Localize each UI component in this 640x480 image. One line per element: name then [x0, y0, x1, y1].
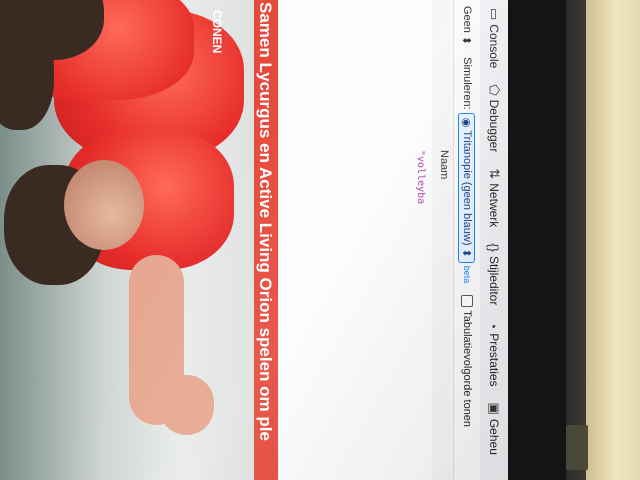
jersey-logo-text: CONEN: [210, 10, 224, 54]
tab-performance[interactable]: ◔ Prestaties: [480, 313, 508, 394]
tab-style-editor[interactable]: {} Stijleditor: [480, 235, 508, 313]
tab-label: Geheu: [487, 418, 501, 455]
eye-icon: ◉: [460, 117, 473, 128]
tab-label: Debugger: [487, 99, 501, 153]
desk-surface: [586, 0, 640, 480]
simulate-group: Simuleren: ◉ Tritanopie (geen blauw) ⬍ b…: [458, 51, 476, 289]
performance-gauge-icon: ◔: [486, 321, 502, 330]
filter-value: Geen: [461, 6, 473, 33]
beta-badge: beta: [462, 265, 472, 284]
photo-of-laptop-screen: ▭ Console ⬠ Debugger ⇅ Netwerk {} Stijle…: [0, 0, 640, 480]
rotated-screen-content: ▭ Console ⬠ Debugger ⇅ Netwerk {} Stijle…: [0, 0, 508, 480]
tab-console[interactable]: ▭ Console: [480, 0, 508, 76]
tree-header: Naam: [431, 0, 454, 480]
memory-icon: ▣: [487, 402, 502, 415]
console-icon: ▭: [487, 8, 502, 21]
name-column-header: Naam: [438, 150, 450, 180]
tab-debugger[interactable]: ⬠ Debugger: [480, 76, 508, 160]
player-face: [64, 160, 144, 250]
tab-order-label: Tabulatievolgorde tonen: [461, 310, 473, 428]
simulate-value: Tritanopie (geen blauw): [461, 130, 473, 246]
tab-label: Prestaties: [487, 333, 501, 387]
laptop-hinge: [566, 425, 588, 470]
simulate-label: Simuleren:: [461, 57, 473, 110]
tab-label: Stijleditor: [487, 255, 501, 306]
tab-label: Netwerk: [487, 183, 501, 228]
tab-memory[interactable]: ▣ Geheu: [480, 395, 508, 463]
accessibility-tree: "volleyba ➤: [256, 0, 432, 480]
devtools-toolbar: ▭ Console ⬠ Debugger ⇅ Netwerk {} Stijle…: [479, 0, 508, 480]
network-arrows-icon: ⇅: [487, 168, 502, 180]
tab-order-checkbox[interactable]: [461, 295, 473, 308]
page-headline[interactable]: Samen Lycurgus en Active Living Orion sp…: [252, 0, 278, 480]
accessibility-toolbar: Geen ⬍ Simuleren: ◉ Tritanopie (geen bla…: [453, 0, 480, 480]
devtools-panel: ▭ Console ⬠ Debugger ⇅ Netwerk {} Stijle…: [256, 0, 508, 480]
filter-dropdown[interactable]: Geen ⬍: [461, 0, 474, 51]
laptop-bezel-edge: [566, 0, 586, 480]
tab-label: Console: [487, 24, 501, 69]
tab-order-toggle[interactable]: Tabulatievolgorde tonen: [461, 289, 473, 433]
tree-row-text[interactable]: "volleyba: [415, 150, 426, 204]
laptop-screen: ▭ Console ⬠ Debugger ⇅ Netwerk {} Stijle…: [0, 0, 508, 480]
dropdown-arrows-icon: ⬍: [460, 248, 473, 258]
dropdown-arrows-icon: ⬍: [460, 35, 473, 46]
tab-network[interactable]: ⇅ Netwerk: [480, 160, 508, 235]
player-hand: [159, 375, 214, 435]
braces-icon: {}: [486, 243, 502, 252]
simulate-select[interactable]: ◉ Tritanopie (geen blauw) ⬍: [458, 112, 476, 263]
volleyball-players-photo: CONEN: [0, 0, 254, 480]
debugger-icon: ⬠: [487, 84, 502, 96]
